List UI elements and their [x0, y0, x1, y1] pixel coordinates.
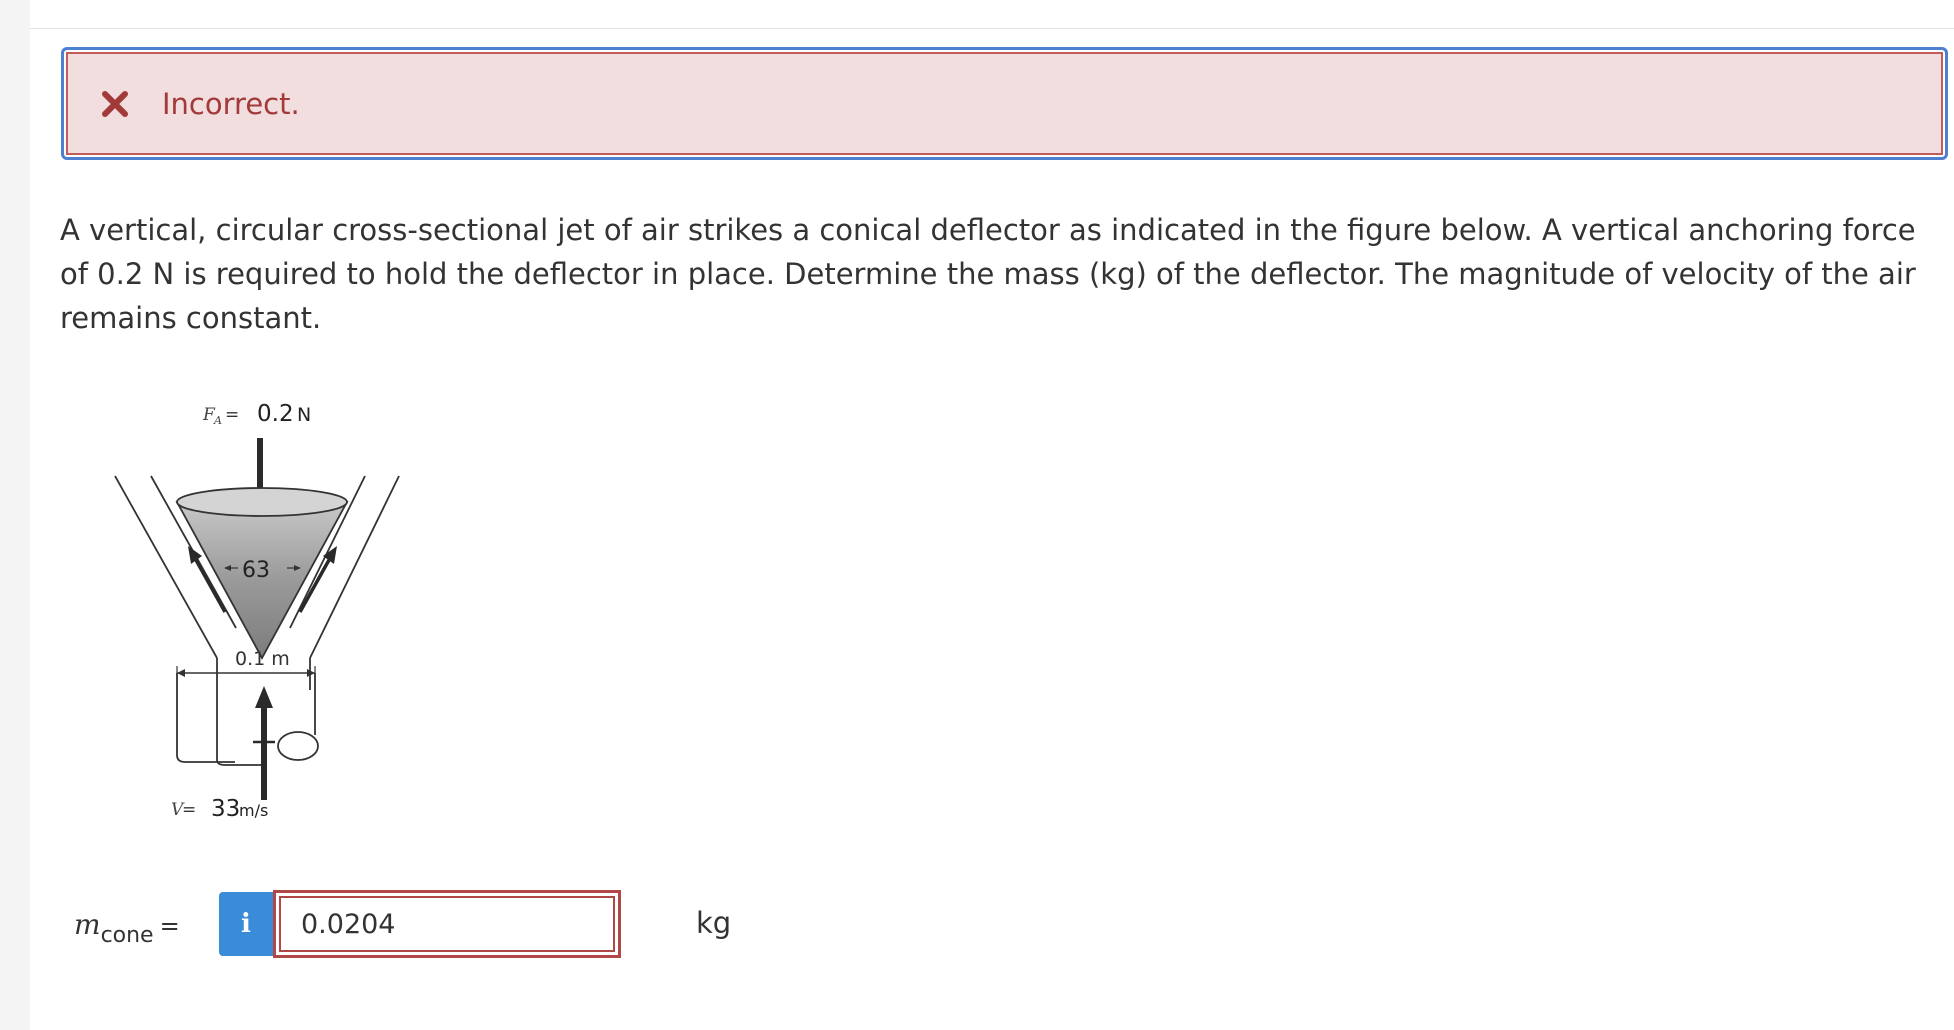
answer-variable: m: [74, 908, 101, 941]
question-panel: Incorrect. A vertical, circular cross-se…: [30, 0, 1954, 1030]
feedback-alert: Incorrect.: [61, 47, 1948, 160]
answer-equals: =: [159, 912, 180, 940]
answer-variable-label: mcone =: [74, 908, 180, 948]
question-text: A vertical, circular cross-sectional jet…: [60, 213, 1916, 335]
velocity-value: 33: [211, 796, 240, 822]
air-jet: [176, 673, 319, 763]
deflector-figure: F A = 0.2 N 63 0.1 m V = 33 m/s: [114, 401, 400, 822]
feedback-alert-body: Incorrect.: [66, 52, 1943, 155]
force-value: 0.2: [257, 401, 294, 427]
answer-value[interactable]: 0.0204: [279, 896, 615, 952]
force-unit: N: [297, 404, 311, 426]
answer-row: mcone = i 0.0204 kg: [74, 890, 774, 958]
force-equals: =: [225, 405, 239, 425]
velocity-unit: m/s: [239, 801, 268, 820]
feedback-status-text: Incorrect.: [162, 86, 300, 121]
velocity-arrow: [253, 686, 275, 800]
diameter-label: 0.1 m: [235, 648, 290, 670]
force-subscript: A: [213, 414, 222, 427]
angle-label: 63: [242, 558, 270, 583]
close-icon: [102, 90, 128, 117]
header-divider: [30, 28, 1954, 29]
answer-input[interactable]: 0.0204: [273, 890, 621, 958]
answer-unit: kg: [696, 906, 732, 940]
answer-variable-subscript: cone: [100, 923, 154, 948]
velocity-equals: =: [182, 800, 196, 820]
info-button[interactable]: i: [219, 892, 273, 956]
